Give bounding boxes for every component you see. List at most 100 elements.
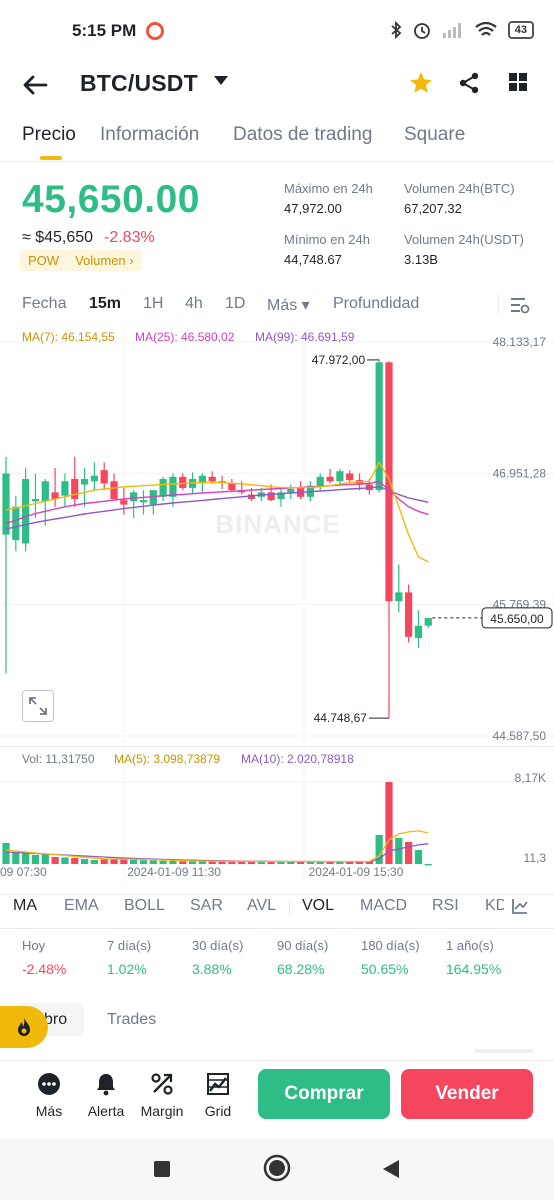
- timeframe-bar: Fecha 15m 1H 4h 1D Más ▾ Profundidad: [0, 292, 554, 318]
- ind-avl[interactable]: AVL: [247, 897, 276, 915]
- perf-label: 7 día(s): [107, 938, 152, 953]
- candle-body: [61, 481, 69, 496]
- volume-bar: [198, 861, 206, 864]
- stat-vol-btc-value: 67,207.32: [404, 201, 462, 216]
- price-axis-label: 48.133,17: [493, 335, 547, 349]
- vol-ma5-legend: MA(5): 3.098,73879: [114, 752, 221, 766]
- share-icon[interactable]: [458, 72, 480, 94]
- action-margin-label: Margin: [140, 1103, 184, 1119]
- perf-value: -2.48%: [22, 961, 67, 977]
- price-axis-label: 46.951,28: [493, 466, 547, 480]
- more-dots-icon: [38, 1073, 60, 1095]
- tab-trades[interactable]: Trades: [107, 1011, 156, 1029]
- volume-bar: [169, 860, 177, 864]
- tf-15m[interactable]: 15m: [89, 295, 121, 313]
- candle-body: [405, 592, 413, 637]
- header: BTC/USDT: [0, 62, 554, 110]
- ind-rsi[interactable]: RSI: [432, 897, 459, 915]
- flame-fab-button[interactable]: [0, 1006, 48, 1048]
- ma25-legend: MA(25): 46.580,02: [135, 330, 235, 344]
- volume-bar: [139, 860, 148, 864]
- buy-button[interactable]: Comprar: [258, 1069, 390, 1119]
- candle-body: [71, 479, 79, 500]
- candlestick-chart[interactable]: 48.133,17 46.951,28 45.769,39 44.587,50 BINA…: [0, 326, 554, 746]
- tf-1d[interactable]: 1D: [225, 295, 245, 313]
- pair-dropdown-caret-icon[interactable]: [214, 76, 228, 85]
- ind-ema[interactable]: EMA: [64, 897, 99, 915]
- tag-list: POW Volumen ›: [20, 250, 142, 271]
- action-mas[interactable]: Más: [23, 1071, 75, 1119]
- tab-square[interactable]: Square: [404, 124, 465, 146]
- action-grid[interactable]: Grid: [192, 1071, 244, 1119]
- tf-profundidad[interactable]: Profundidad: [333, 295, 419, 313]
- perf-label: 180 día(s): [361, 938, 420, 953]
- indicator-divider: [289, 899, 290, 917]
- home-icon[interactable]: [263, 1154, 291, 1182]
- perf-value: 1.02%: [107, 961, 147, 977]
- signal-icon: [442, 23, 461, 38]
- tf-fecha[interactable]: Fecha: [22, 295, 66, 313]
- ind-boll[interactable]: BOLL: [124, 897, 165, 915]
- recent-apps-icon[interactable]: [153, 1160, 171, 1178]
- action-mas-label: Más: [35, 1103, 63, 1119]
- flame-icon: [18, 1017, 30, 1036]
- volume-bar: [424, 863, 432, 866]
- tag-volumen[interactable]: Volumen ›: [75, 253, 134, 268]
- expand-chart-button[interactable]: [22, 690, 54, 722]
- ind-sar[interactable]: SAR: [190, 897, 223, 915]
- candle-body: [80, 479, 89, 485]
- divider: [498, 294, 499, 314]
- perf-label: 1 año(s): [446, 938, 494, 953]
- candle-body: [336, 471, 344, 482]
- pair-title[interactable]: BTC/USDT: [80, 70, 198, 97]
- candle-body: [2, 473, 10, 535]
- stat-high-label: Máximo en 24h: [284, 181, 373, 196]
- margin-percent-icon: [151, 1073, 173, 1095]
- volume-bar: [41, 853, 49, 864]
- ind-macd[interactable]: MACD: [360, 897, 407, 915]
- bottom-action-bar: Más Alerta Margin Grid Comprar Vender: [0, 1060, 554, 1132]
- ind-ma[interactable]: MA: [13, 897, 37, 915]
- tab-informacion[interactable]: Información: [100, 124, 199, 146]
- candle-body: [110, 481, 118, 500]
- indicator-settings-icon[interactable]: [511, 897, 529, 915]
- sell-button[interactable]: Vender: [401, 1069, 533, 1119]
- status-time: 5:15 PM: [72, 21, 137, 40]
- chart-settings-icon[interactable]: [510, 296, 530, 314]
- alarm-icon: [413, 23, 430, 39]
- perf-value: 50.65%: [361, 961, 409, 977]
- action-alerta-label: Alerta: [87, 1103, 125, 1119]
- ma99-legend: MA(99): 46.691,59: [255, 330, 355, 344]
- volume-chart[interactable]: 8,17K 11,3 09 07:30 2024-01-09 11:30 2024-01…: [0, 746, 554, 882]
- volume-bar: [80, 858, 89, 864]
- time-axis-label: 2024-01-09 15:30: [309, 865, 404, 879]
- candle-body: [375, 362, 383, 491]
- battery-indicator: 43: [507, 21, 534, 39]
- status-bar: 5:15 PM 43: [0, 0, 554, 62]
- perf-value: 3.88%: [192, 961, 232, 977]
- ma7-legend: MA(7): 46.154,55: [22, 330, 115, 344]
- vol-ma10-line: [5, 843, 429, 863]
- action-grid-label: Grid: [204, 1103, 232, 1119]
- ind-vol[interactable]: VOL: [302, 897, 334, 915]
- candle-body: [41, 481, 49, 502]
- back-arrow-icon[interactable]: [22, 74, 48, 96]
- stat-low-label: Mínimo en 24h: [284, 232, 370, 247]
- action-alerta[interactable]: Alerta: [80, 1071, 132, 1119]
- stat-vol-usdt-value: 3.13B: [404, 252, 438, 267]
- tf-4h[interactable]: 4h: [185, 295, 203, 313]
- back-nav-icon[interactable]: [381, 1158, 401, 1180]
- action-margin[interactable]: Margin: [136, 1071, 188, 1119]
- tab-precio[interactable]: Precio: [22, 124, 76, 146]
- layout-grid-icon[interactable]: [508, 72, 528, 92]
- volume-bar: [159, 860, 167, 864]
- tf-mas[interactable]: Más ▾: [267, 295, 310, 315]
- tab-datos-trading[interactable]: Datos de trading: [233, 124, 372, 146]
- tf-1h[interactable]: 1H: [143, 295, 163, 313]
- usd-approx: ≈ $45,650: [22, 229, 94, 246]
- wifi-icon: [475, 21, 497, 36]
- last-price-tag: 45.650,00: [490, 612, 544, 626]
- favorite-star-icon[interactable]: [408, 70, 434, 96]
- binance-watermark: BINANCE: [215, 509, 340, 539]
- tag-pow[interactable]: POW: [28, 253, 59, 268]
